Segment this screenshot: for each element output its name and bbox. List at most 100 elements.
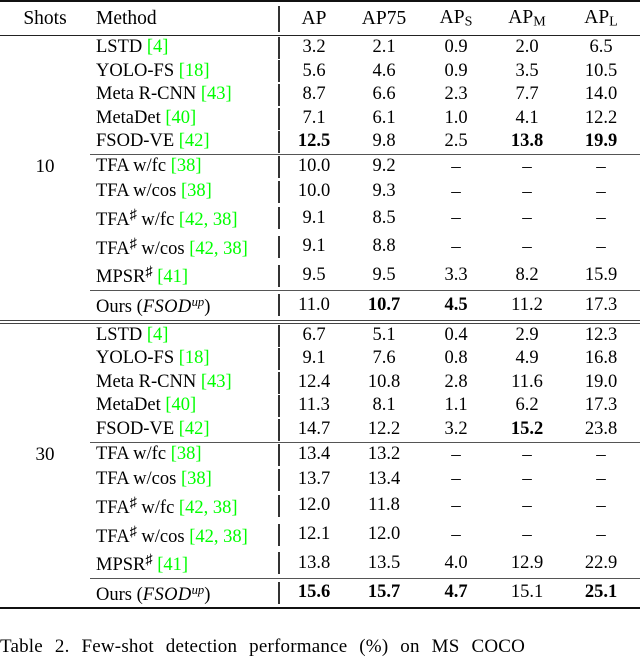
- shots-value: 10: [35, 155, 55, 177]
- sharp-superscript-icon: ♯: [129, 235, 137, 252]
- citation-link[interactable]: [42, 38]: [179, 498, 238, 518]
- shots-spacer: [0, 418, 90, 442]
- table-cell-value: –: [562, 233, 640, 262]
- cell-text: –: [522, 180, 532, 202]
- method-name-cell: TFA♯ w/fc [42, 38]: [96, 494, 238, 518]
- table-cell-value: 19.0: [562, 371, 640, 395]
- citation-link[interactable]: [42, 38]: [189, 527, 248, 547]
- table-cell-value: 3.2: [420, 418, 492, 442]
- method-name-cell: Ours (FSODup): [96, 582, 211, 605]
- cell-text: 17.3: [584, 294, 618, 315]
- cell-text: 9.2: [372, 156, 396, 177]
- cell-text: 3.2: [444, 419, 468, 440]
- table-cell-value: 2.9: [492, 323, 562, 347]
- method-name-cell: YOLO-FS [18]: [96, 348, 210, 369]
- table-cell-value: 9.1: [280, 204, 348, 233]
- shots-spacer: [0, 130, 90, 154]
- cell-text: 15.9: [584, 264, 618, 285]
- table-cell-value: 1.0: [420, 107, 492, 131]
- cell-text: –: [451, 494, 461, 516]
- method-math-superscript: up: [191, 582, 205, 597]
- table-row: Meta R-CNN [43] 12.4 10.8 2.8 11.6 19.0: [0, 371, 640, 395]
- table-row: 30 TFA w/fc [38] 13.4 13.2 – – –: [0, 443, 640, 468]
- citation-link[interactable]: [18]: [179, 61, 210, 81]
- shots-value: 30: [35, 443, 55, 465]
- header-ap-large: APL: [584, 6, 618, 30]
- table-cell-value: 6.5: [562, 36, 640, 60]
- cell-text: 13.8: [510, 131, 544, 152]
- cell-text: 19.0: [584, 371, 618, 392]
- table-cell-value: 2.3: [420, 83, 492, 107]
- table-cell-value: 10.7: [348, 291, 420, 320]
- citation-link[interactable]: [41]: [157, 267, 188, 287]
- citation-link[interactable]: [38]: [171, 444, 202, 464]
- cell-text: 2.1: [372, 37, 396, 57]
- citation-link[interactable]: [43]: [201, 84, 232, 104]
- table-row: Ours (FSODup) 15.6 15.7 4.7 15.1 25.1: [0, 579, 640, 609]
- table-cell-value: 4.5: [420, 291, 492, 320]
- cell-text: 7.1: [302, 107, 326, 128]
- cell-text: 10.0: [297, 181, 331, 202]
- citation-link[interactable]: [4]: [147, 325, 169, 345]
- citation-link[interactable]: [43]: [201, 372, 232, 392]
- cell-text: 13.4: [367, 468, 401, 489]
- header-shots: Shots: [23, 7, 67, 29]
- table-caption: Table 2. Few-shot detection performance …: [0, 636, 640, 658]
- cell-text: 10.5: [584, 60, 618, 81]
- cell-text: 6.5: [589, 37, 613, 57]
- cell-text: 4.1: [515, 107, 539, 128]
- citation-link[interactable]: [40]: [165, 108, 196, 128]
- method-name-cell: LSTD [4]: [96, 37, 169, 57]
- table-cell-value: –: [420, 443, 492, 468]
- citation-link[interactable]: [41]: [157, 555, 188, 575]
- citation-link[interactable]: [38]: [181, 181, 212, 201]
- table-cell-value: 10.8: [348, 371, 420, 395]
- citation-link[interactable]: [4]: [147, 37, 169, 57]
- table-cell-value: 2.8: [420, 371, 492, 395]
- citation-link[interactable]: [18]: [179, 348, 210, 368]
- cell-text: 9.5: [372, 264, 396, 285]
- cell-text: 12.1: [297, 524, 331, 545]
- cell-text: –: [451, 207, 461, 229]
- cell-text: 11.3: [298, 395, 330, 416]
- subscript: S: [464, 13, 473, 30]
- citation-link[interactable]: [42, 38]: [189, 239, 248, 259]
- citation-link[interactable]: [38]: [181, 469, 212, 489]
- cell-text: 8.5: [372, 207, 396, 228]
- table-cell-value: 9.8: [348, 130, 420, 154]
- cell-text: 15.7: [367, 582, 401, 603]
- cell-text: 13.5: [367, 552, 401, 573]
- table-row: YOLO-FS [18] 5.6 4.6 0.9 3.5 10.5: [0, 60, 640, 84]
- method-name-cell: Ours (FSODup): [96, 295, 211, 318]
- table-cell-value: 13.4: [280, 443, 348, 468]
- table-cell-value: 4.9: [492, 347, 562, 371]
- cell-text: 13.2: [367, 444, 401, 465]
- citation-link[interactable]: [42]: [179, 131, 210, 151]
- header-ap-small: APS: [439, 6, 473, 30]
- cell-text: 2.9: [515, 324, 539, 345]
- citation-link[interactable]: [40]: [165, 395, 196, 415]
- table-cell-value: 0.4: [420, 323, 492, 347]
- cell-text: –: [596, 443, 606, 465]
- citation-link[interactable]: [42]: [179, 419, 210, 439]
- method-name-cell: MetaDet [40]: [96, 395, 197, 416]
- cell-text: 2.8: [444, 371, 468, 392]
- table-cell-value: –: [420, 155, 492, 180]
- header-ap75: AP75: [361, 7, 407, 29]
- citation-link[interactable]: [42, 38]: [179, 210, 238, 230]
- cell-text: 10.8: [367, 371, 401, 392]
- citation-link[interactable]: [38]: [171, 156, 202, 176]
- sharp-superscript-icon: ♯: [145, 264, 153, 281]
- table-row: 10 TFA w/fc [38] 10.0 9.2 – – –: [0, 155, 640, 180]
- table-cell-value: 6.2: [492, 394, 562, 418]
- table-cell-value: –: [492, 467, 562, 492]
- table-cell-value: 19.9: [562, 130, 640, 154]
- table-cell-value: 15.6: [280, 579, 348, 609]
- table-cell-value: –: [492, 443, 562, 468]
- table-cell-value: 12.5: [280, 130, 348, 154]
- cell-text: 13.7: [297, 468, 331, 489]
- method-math-label: FSOD: [142, 297, 192, 318]
- shots-spacer: [0, 492, 90, 521]
- table-cell-value: 7.6: [348, 347, 420, 371]
- shots-spacer: [0, 371, 90, 395]
